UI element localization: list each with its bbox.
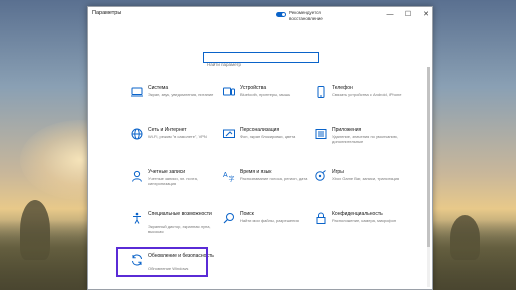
tile-name: Приложения [332, 127, 362, 133]
tile-description: Bluetooth, принтеры, мышь [240, 92, 291, 97]
svg-text:字: 字 [229, 175, 235, 183]
maximize-button[interactable]: ☐ [402, 10, 414, 20]
tile-name: Поиск [240, 211, 254, 217]
tile-description: Учетные записи, эл. почта, синхронизация [148, 176, 198, 186]
close-button[interactable]: ✕ [420, 10, 432, 20]
lock-icon [314, 211, 328, 225]
tile-apps[interactable]: Приложения Удаление, значения по умолчан… [314, 127, 404, 157]
search-box[interactable] [203, 52, 319, 69]
tile-name: Игры [332, 169, 344, 175]
tile-description: Распознавание голоса, регион, дата [240, 176, 308, 181]
tile-gaming[interactable]: Игры Xbox Game Bar, записи, трансляция [314, 169, 404, 199]
search-input[interactable] [204, 60, 318, 69]
window-title: Параметры [92, 10, 122, 16]
tile-description: Экран, звук, уведомления, питание [148, 92, 214, 97]
tile-name: Специальные возможности [148, 211, 212, 217]
title-bar[interactable]: Параметры Рекомендуется восстановление —… [88, 7, 432, 23]
phone-icon [314, 85, 328, 99]
tile-accounts[interactable]: Учетные записи Учетные записи, эл. почта… [130, 169, 220, 199]
status-toggle-icon [276, 12, 286, 17]
tile-search[interactable]: Поиск Найти мои файлы, разрешения [222, 211, 312, 241]
search-icon [222, 211, 236, 225]
scrollbar-thumb[interactable] [427, 67, 430, 247]
tile-description: Xbox Game Bar, записи, трансляция [332, 176, 400, 181]
tile-name: Система [148, 85, 169, 91]
time-language-icon: A字 [222, 169, 236, 183]
tile-network[interactable]: Сеть и Интернет Wi-Fi, режим "в самолете… [130, 127, 220, 157]
tile-description: Удаление, значения по умолчанию, дополни… [332, 134, 398, 144]
gamepad-icon [314, 169, 328, 183]
update-status-text: Рекомендуется восстановление [289, 10, 323, 21]
tile-name: Устройства [240, 85, 267, 91]
tile-name: Телефон [332, 85, 353, 91]
personalization-icon [222, 127, 236, 141]
tile-name: Конфиденциальность [332, 211, 383, 217]
tile-description: Найти мои файлы, разрешения [240, 218, 299, 223]
tile-personalization[interactable]: Персонализация Фон, экран блокировки, цв… [222, 127, 312, 157]
tile-privacy[interactable]: Конфиденциальность Расположение, камера,… [314, 211, 404, 241]
minimize-button[interactable]: — [384, 10, 396, 20]
svg-text:A: A [223, 172, 228, 179]
tile-devices[interactable]: Устройства Bluetooth, принтеры, мышь [222, 85, 312, 115]
update-status[interactable]: Рекомендуется восстановление [276, 10, 329, 21]
tile-system[interactable]: Система Экран, звук, уведомления, питани… [130, 85, 220, 115]
globe-icon [130, 127, 144, 141]
tile-time-language[interactable]: A字 Время и язык Распознавание голоса, ре… [222, 169, 312, 199]
laptop-icon [130, 85, 144, 99]
tile-name: Сеть и Интернет [148, 127, 187, 133]
accessibility-icon [130, 211, 144, 225]
apps-icon [314, 127, 328, 141]
tile-accessibility[interactable]: Специальные возможности Экранный диктор,… [130, 211, 220, 241]
tile-description: Фон, экран блокировки, цвета [240, 134, 296, 139]
tile-description: Экранный диктор, экранная лупа, высокая [148, 224, 211, 234]
person-icon [130, 169, 144, 183]
tile-name: Персонализация [240, 127, 280, 133]
tile-description: Связать устройства с Android, iPhone [332, 92, 402, 97]
devices-icon [222, 85, 236, 99]
tile-name: Время и язык [240, 169, 272, 175]
tile-name: Учетные записи [148, 169, 186, 175]
tile-description: Расположение, камера, микрофон [332, 218, 397, 223]
highlight-frame [116, 247, 208, 277]
tile-description: Wi-Fi, режим "в самолете", VPN [148, 134, 207, 139]
tile-phone[interactable]: Телефон Связать устройства с Android, iP… [314, 85, 404, 115]
